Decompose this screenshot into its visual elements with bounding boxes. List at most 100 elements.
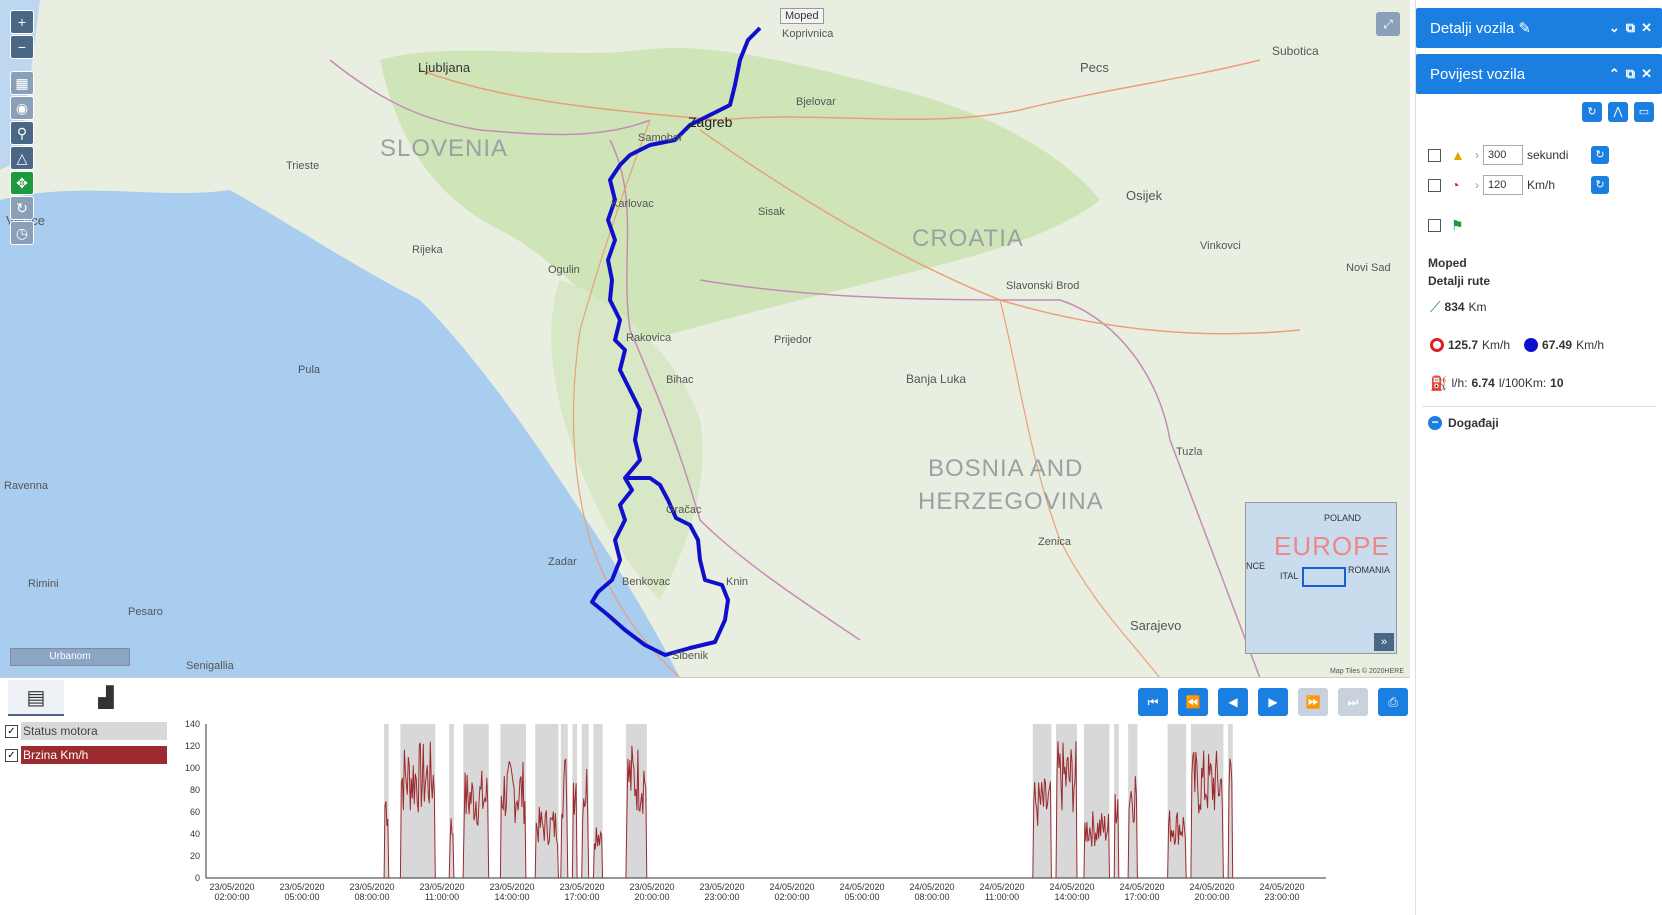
apply-icon[interactable]: ↻ xyxy=(1591,176,1609,194)
distance-icon: ⟋ xyxy=(1430,298,1441,316)
first-icon[interactable]: ⏮ xyxy=(1138,688,1168,716)
map-attribution: Map Tiles © 2020HERE xyxy=(1329,668,1404,675)
edit-icon[interactable]: ✎ xyxy=(1518,20,1531,37)
collapse-minimap-icon[interactable]: » xyxy=(1374,633,1394,651)
x-tick-time: 08:00:00 xyxy=(354,892,389,902)
table-view-icon[interactable]: ▤ xyxy=(8,680,64,716)
unit-label: Km/h xyxy=(1527,178,1556,192)
chevron-up-icon[interactable]: ⌃ xyxy=(1609,66,1620,82)
chevron-down-icon[interactable]: ⌄ xyxy=(1609,20,1620,36)
city-label: Slavonski Brod xyxy=(1006,280,1080,292)
vehicle-history-header[interactable]: Povijest vozila ⌃ ⧉ ✕ xyxy=(1416,54,1662,94)
y-tick-label: 80 xyxy=(190,785,200,795)
x-tick-time: 14:00:00 xyxy=(1054,892,1089,902)
next-icon[interactable]: ▶ xyxy=(1258,688,1288,716)
map-view[interactable]: SLOVENIA CROATIA BOSNIA AND HERZEGOVINA … xyxy=(0,0,1410,678)
x-tick-time: 08:00:00 xyxy=(914,892,949,902)
refresh-icon[interactable]: ↻ xyxy=(1582,102,1602,122)
engine-on-band xyxy=(1167,724,1187,878)
city-label: Prijedor xyxy=(774,334,812,346)
print-icon[interactable]: ⎙ xyxy=(1378,688,1408,716)
fuel-stat: ⛽ l/h: 6.74 l/100Km: 10 xyxy=(1416,364,1662,402)
legend-checkbox[interactable]: ✓ xyxy=(5,724,18,738)
cone-icon: ▲ xyxy=(1451,147,1465,163)
city-label: Sarajevo xyxy=(1130,618,1182,633)
events-toggle[interactable]: − Događaji xyxy=(1416,411,1662,435)
refresh-icon[interactable]: ↻ xyxy=(10,196,34,220)
x-tick-date: 24/05/2020 xyxy=(839,882,884,892)
y-tick-label: 120 xyxy=(185,741,200,751)
speed-limit-input[interactable]: 120 xyxy=(1483,175,1523,195)
city-label: Osijek xyxy=(1126,188,1163,203)
x-tick-date: 23/05/2020 xyxy=(349,882,394,892)
event-filter-checkbox[interactable] xyxy=(1428,218,1441,232)
minimap-title: EUROPE xyxy=(1274,531,1390,561)
city-label: Banja Luka xyxy=(906,372,967,386)
distance-stat: ⟋ 834 Km xyxy=(1416,288,1662,326)
document-icon[interactable]: ▭ xyxy=(1634,102,1654,122)
zoom-in-icon[interactable]: + xyxy=(10,10,34,34)
speed-filter-checkbox[interactable] xyxy=(1428,178,1441,192)
city-label: Vinkovci xyxy=(1200,240,1241,252)
overview-minimap[interactable]: EUROPE POLAND ROMANIA ITAL NCE » xyxy=(1245,502,1397,654)
y-tick-label: 140 xyxy=(185,719,200,729)
y-tick-label: 60 xyxy=(190,807,200,817)
x-tick-time: 11:00:00 xyxy=(425,892,459,902)
apply-icon[interactable]: ↻ xyxy=(1591,146,1609,164)
prev-icon[interactable]: ◀ xyxy=(1218,688,1248,716)
y-tick-label: 40 xyxy=(190,829,200,839)
stop-filter-checkbox[interactable] xyxy=(1428,148,1441,162)
legend-item[interactable]: ✓ Brzina Km/h xyxy=(5,746,167,764)
city-label: Zagreb xyxy=(688,114,733,130)
playback-controls: ⏮ ⏪ ◀ ▶ ⏩ ⏭ ⎙ xyxy=(1138,688,1408,716)
search-icon[interactable]: ⚲ xyxy=(10,121,34,145)
x-tick-date: 24/05/2020 xyxy=(1119,882,1164,892)
prev-fast-icon[interactable]: ⏪ xyxy=(1178,688,1208,716)
x-tick-date: 24/05/2020 xyxy=(1189,882,1234,892)
x-tick-time: 23:00:00 xyxy=(1264,892,1299,902)
city-label: Zenica xyxy=(1038,536,1072,548)
vehicle-details-header[interactable]: Detalji vozila ✎ ⌄ ⧉ ✕ xyxy=(1416,8,1662,48)
city-label: Tuzla xyxy=(1176,446,1203,458)
chart-view-icon[interactable]: ▟ xyxy=(78,680,134,716)
x-tick-date: 23/05/2020 xyxy=(279,882,324,892)
vehicle-marker-label[interactable]: Moped xyxy=(780,8,824,24)
country-label: BOSNIA AND xyxy=(928,455,1084,482)
city-label: Rijeka xyxy=(412,244,443,256)
fullscreen-icon[interactable]: ⤢ xyxy=(1376,12,1400,36)
city-label: Novi Sad xyxy=(1346,262,1391,274)
city-label: Bjelovar xyxy=(796,96,836,108)
legend-item[interactable]: ✓ Status motora xyxy=(5,722,167,740)
popout-icon[interactable]: ⧉ xyxy=(1626,20,1635,36)
speed-chart[interactable]: 02040608010012014023/05/202002:00:0023/0… xyxy=(170,718,1410,915)
x-tick-time: 20:00:00 xyxy=(634,892,669,902)
close-icon[interactable]: ✕ xyxy=(1641,66,1652,82)
next-fast-icon: ⏩ xyxy=(1298,688,1328,716)
city-label: Bihac xyxy=(666,374,694,386)
engine-on-band xyxy=(535,724,559,878)
city-label: Pula xyxy=(298,364,321,376)
measure-icon[interactable]: △ xyxy=(10,146,34,170)
streetview-icon[interactable]: ◉ xyxy=(10,96,34,120)
engine-on-band xyxy=(463,724,489,878)
history-icon[interactable]: ◷ xyxy=(10,221,34,245)
city-label: Subotica xyxy=(1272,44,1319,58)
locate-icon[interactable]: ✥ xyxy=(10,171,34,195)
close-icon[interactable]: ✕ xyxy=(1641,20,1652,36)
speedometer-icon: ◔ xyxy=(1451,177,1460,193)
route-icon[interactable]: ⋀ xyxy=(1608,102,1628,122)
collapse-icon[interactable]: − xyxy=(1428,416,1442,430)
stop-duration-input[interactable]: 300 xyxy=(1483,145,1523,165)
fuel-lh-label: l/h: xyxy=(1451,376,1468,390)
zoom-out-icon[interactable]: − xyxy=(10,35,34,59)
city-label: Ljubljana xyxy=(418,60,471,75)
city-label: Rakovica xyxy=(626,332,672,344)
legend-checkbox[interactable]: ✓ xyxy=(5,748,18,762)
city-label: Benkovac xyxy=(622,576,671,588)
pin-icon: ⚑ xyxy=(1451,216,1464,233)
minimap-viewport[interactable] xyxy=(1302,567,1346,587)
legend-label: Brzina Km/h xyxy=(21,746,167,764)
popout-icon[interactable]: ⧉ xyxy=(1626,66,1635,82)
layers-icon[interactable]: ▦ xyxy=(10,71,34,95)
avg-speed-value: 67.49 xyxy=(1542,338,1573,352)
